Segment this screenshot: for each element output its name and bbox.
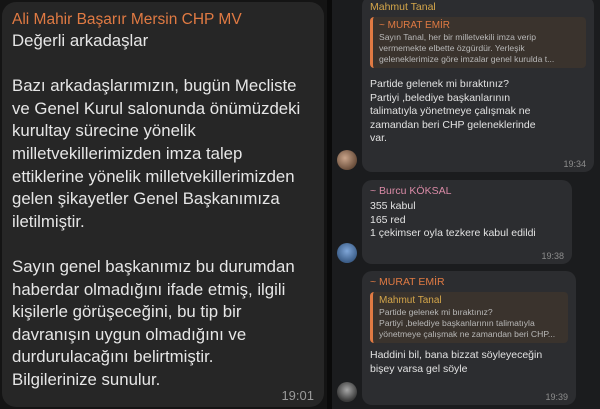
message-line: iletilmiştir.	[12, 211, 85, 231]
avatar[interactable]	[337, 382, 357, 402]
message-line: Haddini bil, bana bizzat söyleyeceğin	[370, 349, 543, 361]
avatar[interactable]	[337, 150, 357, 170]
message-line	[12, 53, 314, 76]
quoted-line: Sayın Tanal, her bir milletvekili imza v…	[379, 32, 536, 42]
message-line: 1 çekimser oyla tezkere kabul edildi	[370, 227, 536, 239]
message-line: 355 kabul	[370, 200, 416, 212]
message-line: milletvekillerimizden imza talep	[12, 143, 243, 163]
quoted-line: vermemekte elbette özgürdür. Yerleşik	[379, 43, 525, 53]
message-timestamp: 19:38	[541, 251, 564, 261]
message-bubble-reply[interactable]: Mahmut Tanal ~ MURAT EMİR Sayın Tanal, h…	[362, 0, 594, 172]
message-line: davranışın uygun olmadığını ve	[12, 324, 247, 344]
sender-name[interactable]: ~ Burcu KÖKSAL	[370, 185, 564, 198]
quoted-message[interactable]: Mahmut Tanal Partide gelenek mi bıraktın…	[370, 292, 568, 343]
sender-name[interactable]: Ali Mahir Başarır Mersin CHP MV	[12, 10, 314, 30]
message-line: ettiklerine yönelik milletvekillerimizde…	[12, 166, 295, 186]
left-chat-panel: Ali Mahir Başarır Mersin CHP MV Değerli …	[0, 0, 327, 409]
quoted-sender: Mahmut Tanal	[379, 295, 442, 306]
quoted-line: yönetmeye çalışmak ne zamandan beri CHP.…	[379, 329, 556, 339]
message-line: Değerli arkadaşlar	[12, 31, 149, 50]
message-line: Partide gelenek mi bıraktınız?	[370, 78, 509, 90]
message-line: haberdar olmadığını ifade etmiş, ilgili	[12, 279, 286, 299]
sender-name[interactable]: Mahmut Tanal	[370, 1, 586, 14]
message-timestamp: 19:34	[563, 159, 586, 169]
message-timestamp: 19:39	[545, 392, 568, 402]
message-body: Değerli arkadaşlar Bazı arkadaşlarımızın…	[12, 30, 314, 392]
message-line: ve Genel Kurul salonunda önümüzdeki	[12, 98, 301, 118]
right-chat-panel: Mahmut Tanal ~ MURAT EMİR Sayın Tanal, h…	[332, 0, 600, 409]
message-line: bişey varsa gel söyle	[370, 362, 468, 375]
message-line: kurultay sürecine yönelik	[12, 121, 196, 141]
quoted-line: Partide gelenek mi bıraktınız?	[379, 307, 493, 317]
quoted-message[interactable]: ~ MURAT EMİR Sayın Tanal, her bir millet…	[370, 17, 586, 68]
message-bubble-reply[interactable]: ~ MURAT EMİR Mahmut Tanal Partide gelene…	[362, 271, 576, 405]
message-bubble-left[interactable]: Ali Mahir Başarır Mersin CHP MV Değerli …	[2, 2, 324, 407]
message-bubble[interactable]: ~ Burcu KÖKSAL 355 kabul 165 red 1 çekim…	[362, 180, 572, 264]
message-line: Partiyi ,belediye başkanlarının	[370, 91, 511, 104]
message-timestamp: 19:01	[281, 388, 314, 403]
message-line	[12, 233, 314, 256]
sender-name[interactable]: ~ MURAT EMİR	[370, 276, 568, 289]
quoted-line: geleneklerimize göre imzalar genel kurul…	[379, 54, 555, 64]
message-line: zamandan beri CHP geleneklerinde	[370, 118, 536, 131]
quoted-sender: ~ MURAT EMİR	[379, 20, 451, 31]
message-line: Sayın genel başkanımız bu durumdan	[12, 256, 295, 276]
message-line: kişilerle görüşeceğini, bu tip bir	[12, 302, 242, 322]
message-line: 165 red	[370, 213, 406, 226]
message-line: talimatıyla yönetmeye çalışmak ne	[370, 105, 531, 117]
quoted-line: Partiyi ,belediye başkanlarının talimatı…	[379, 318, 535, 328]
avatar[interactable]	[337, 243, 357, 263]
message-line: Bazı arkadaşlarımızın, bugün Mecliste	[12, 76, 297, 96]
message-line: durdurulacağını belirtmiştir.	[12, 347, 214, 367]
message-line: var.	[370, 132, 387, 144]
message-line: gelen şikayetler Genel Başkanımıza	[12, 189, 280, 209]
message-line: Bilgilerinize sunulur.	[12, 369, 161, 389]
